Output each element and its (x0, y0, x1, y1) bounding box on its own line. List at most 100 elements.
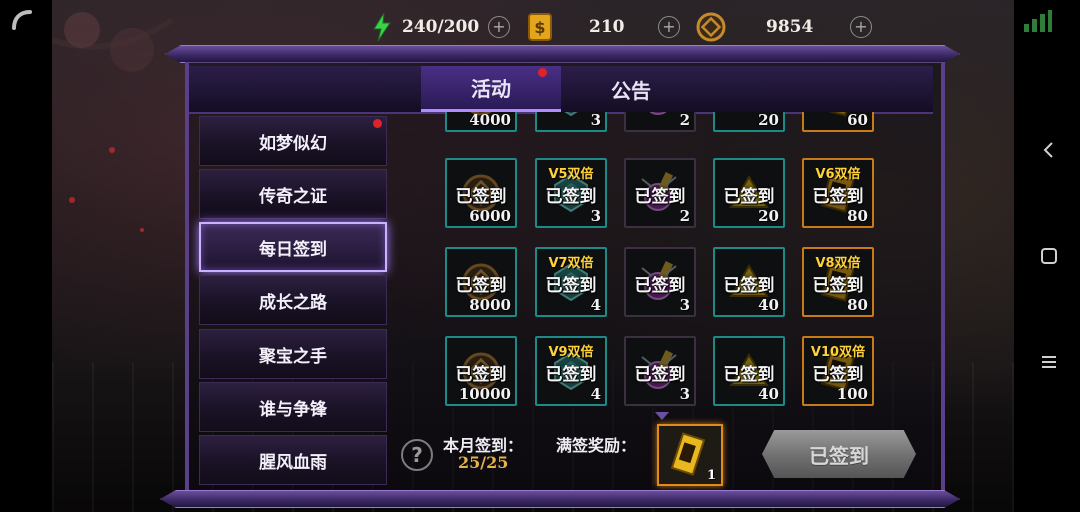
vip-double-label: V7双倍 (548, 256, 594, 271)
reward-cell[interactable]: 已签到 20 (713, 158, 785, 228)
full-signin-reward-item[interactable]: 1 (657, 424, 723, 486)
reward-quantity: 1 (706, 468, 716, 483)
reward-quantity: 80 (847, 296, 868, 314)
home-square-icon[interactable] (1037, 244, 1061, 268)
reward-quantity: 2 (679, 207, 690, 225)
signed-label: 已签到 (812, 365, 864, 385)
gold-ticket-icon: $ (528, 13, 552, 41)
tab-activity-badge (538, 68, 547, 77)
vip-double-label: V5双倍 (548, 167, 594, 182)
tab-announcement-label: 公告 (611, 78, 651, 103)
reward-quantity: 40 (758, 296, 779, 314)
reward-quantity: 60 (847, 112, 868, 129)
full-reward-label: 满签奖励： (556, 436, 637, 455)
reward-quantity: 10000 (458, 385, 511, 403)
signed-label: 已签到 (634, 365, 686, 385)
reward-cell[interactable]: 已签到 40 (713, 336, 785, 406)
menu-lines-icon[interactable] (1037, 350, 1061, 374)
sidebar-item-label: 如梦似幻 (259, 133, 327, 154)
panel-bottom-border (160, 490, 960, 508)
reward-cell[interactable]: V9双倍已签到 4 (535, 336, 607, 406)
signed-label: 已签到 (723, 187, 775, 207)
lightning-icon (373, 13, 391, 41)
vip-double-label: V6双倍 (815, 167, 861, 182)
signed-label: 已签到 (455, 365, 507, 385)
signal-strength-icon (1024, 10, 1052, 32)
ticket-add-button[interactable]: + (658, 16, 680, 38)
svg-text:$: $ (534, 18, 545, 37)
sidebar-item-label: 聚宝之手 (259, 346, 327, 367)
coin-value: 9854 (766, 17, 814, 37)
reward-cell[interactable]: V8双倍已签到 80 (802, 247, 874, 317)
vip-double-label: V8双倍 (815, 256, 861, 271)
sidebar-item-legend-proof[interactable]: 传奇之证 (199, 169, 387, 219)
reward-cell[interactable]: V7双倍已签到 4 (535, 247, 607, 317)
tab-activity-label: 活动 (471, 77, 511, 101)
reward-quantity: 20 (758, 112, 779, 129)
reward-scroll-icon (671, 432, 706, 476)
reward-cell[interactable]: 已签到 10000 (445, 336, 517, 406)
reward-cell[interactable]: 4000 (445, 112, 517, 132)
reward-cell[interactable]: 60 (802, 112, 874, 132)
reward-cell[interactable]: 已签到 2 (624, 158, 696, 228)
signed-in-button-label: 已签到 (809, 443, 869, 468)
reward-cell[interactable]: V6双倍已签到 80 (802, 158, 874, 228)
sidebar-item-label: 每日签到 (259, 239, 327, 260)
coin-add-button[interactable]: + (850, 16, 872, 38)
sidebar-item-label: 成长之路 (259, 292, 327, 313)
reward-cell[interactable]: V10双倍已签到 100 (802, 336, 874, 406)
tab-announcement[interactable]: 公告 (561, 66, 701, 112)
reward-cell[interactable]: 已签到 40 (713, 247, 785, 317)
reward-quantity: 100 (836, 385, 868, 403)
reward-cell[interactable]: 已签到 3 (624, 247, 696, 317)
reward-cell[interactable]: V5双倍已签到 3 (535, 158, 607, 228)
app-swipe-icon (12, 10, 32, 30)
reward-quantity: 3 (590, 112, 601, 129)
reward-cell[interactable]: 2 (624, 112, 696, 132)
signed-label: 已签到 (812, 187, 864, 207)
energy-resource: 240/200 (372, 10, 479, 44)
signed-label: 已签到 (455, 187, 507, 207)
panel-top-border (165, 45, 960, 63)
reward-cell[interactable]: 3 (535, 112, 607, 132)
sidebar-item-treasure-hand[interactable]: 聚宝之手 (199, 329, 387, 379)
vip-double-label: V10双倍 (810, 345, 866, 360)
reward-cell[interactable]: 已签到 3 (624, 336, 696, 406)
reward-quantity: 3 (679, 385, 690, 403)
reward-quantity: 80 (847, 207, 868, 225)
signed-in-button[interactable]: 已签到 (762, 430, 916, 478)
reward-quantity: 4 (590, 385, 601, 403)
reward-cell[interactable]: 20 (713, 112, 785, 132)
signed-label: 已签到 (545, 187, 597, 207)
reward-quantity: 8000 (469, 296, 511, 314)
ticket-value: 210 (589, 17, 625, 37)
sidebar-item-label: 腥风血雨 (259, 452, 327, 473)
back-chevron-icon[interactable] (1037, 138, 1061, 162)
reward-cell[interactable]: 已签到 6000 (445, 158, 517, 228)
blossom-tree-decoration (52, 12, 174, 232)
sidebar-item-bloody-storm[interactable]: 腥风血雨 (199, 435, 387, 485)
signed-label: 已签到 (723, 365, 775, 385)
reward-quantity: 4000 (469, 112, 511, 129)
question-icon[interactable]: ? (401, 439, 433, 471)
energy-add-button[interactable]: + (488, 16, 510, 38)
coin-resource: 9854 (696, 10, 813, 44)
signed-label: 已签到 (545, 276, 597, 296)
sidebar-item-daily-signin[interactable]: 每日签到 (199, 222, 387, 272)
vip-double-label: V9双倍 (548, 345, 594, 360)
reward-quantity: 20 (758, 207, 779, 225)
reward-quantity: 3 (679, 296, 690, 314)
sidebar-item-who-contends[interactable]: 谁与争锋 (199, 382, 387, 432)
signed-label: 已签到 (634, 276, 686, 296)
signed-label: 已签到 (545, 365, 597, 385)
sidebar-item-growth-road[interactable]: 成长之路 (199, 275, 387, 325)
reward-quantity: 3 (590, 207, 601, 225)
coin-icon (696, 12, 726, 42)
signed-label: 已签到 (812, 276, 864, 296)
reward-pointer (655, 412, 669, 420)
reward-cell[interactable]: 已签到 8000 (445, 247, 517, 317)
reward-quantity: 4 (590, 296, 601, 314)
sidebar-item-dreamlike[interactable]: 如梦似幻 (199, 116, 387, 166)
reward-quantity: 40 (758, 385, 779, 403)
ticket-resource: $ 210 (527, 10, 625, 44)
